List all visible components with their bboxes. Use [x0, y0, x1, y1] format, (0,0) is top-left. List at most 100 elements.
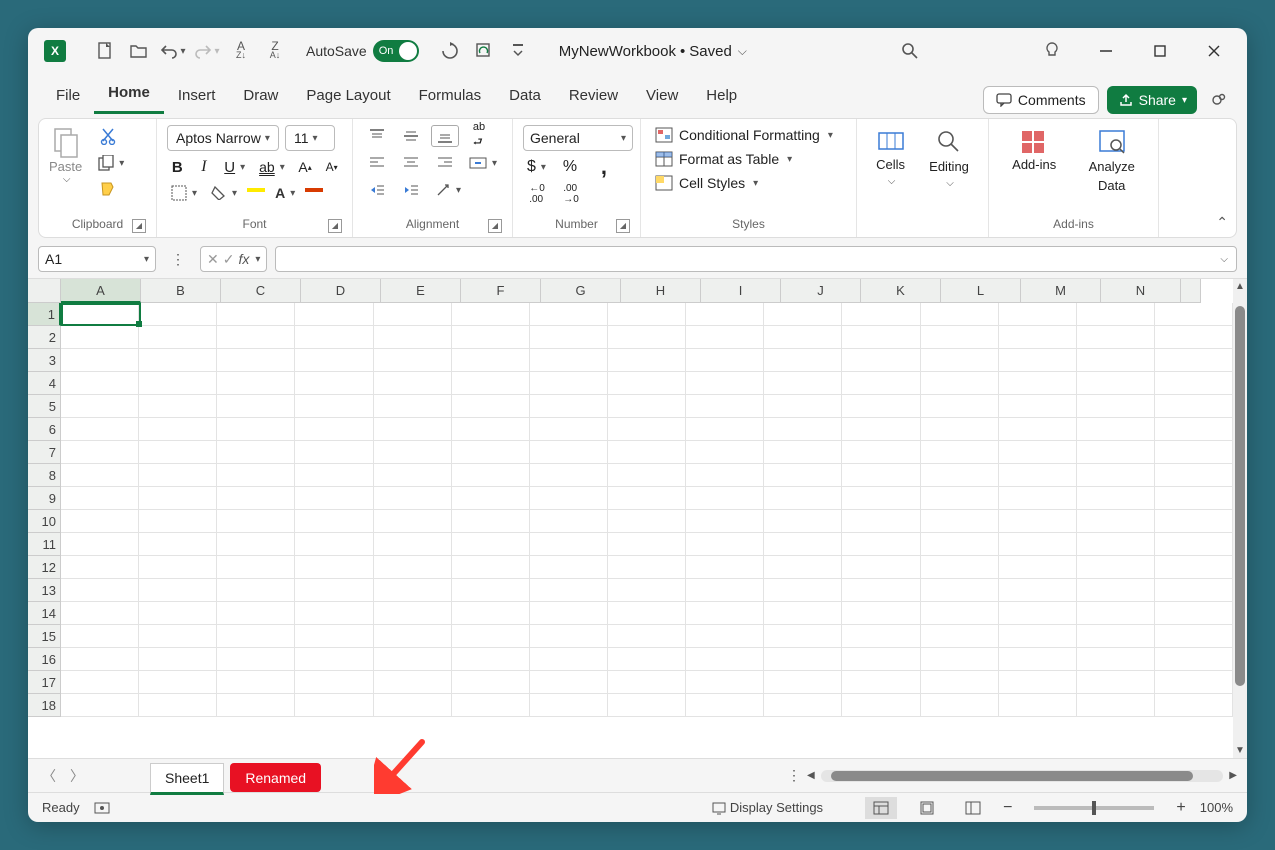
cell[interactable]	[921, 510, 999, 533]
cell[interactable]	[374, 487, 452, 510]
cell[interactable]	[1077, 464, 1155, 487]
row-header[interactable]: 3	[28, 349, 61, 372]
cell[interactable]	[1077, 395, 1155, 418]
cell[interactable]	[217, 441, 295, 464]
row-header[interactable]: 8	[28, 464, 61, 487]
cell[interactable]	[764, 303, 842, 326]
increase-indent-icon[interactable]	[397, 179, 425, 201]
cell[interactable]	[530, 671, 608, 694]
cell[interactable]	[1155, 395, 1233, 418]
cell[interactable]	[217, 303, 295, 326]
cell[interactable]	[295, 326, 373, 349]
cell[interactable]	[139, 579, 217, 602]
column-header[interactable]: H	[621, 279, 701, 303]
cell[interactable]	[1077, 648, 1155, 671]
search-icon[interactable]	[887, 34, 933, 68]
cell[interactable]	[764, 556, 842, 579]
decrease-decimal-icon[interactable]: .00→0	[557, 183, 585, 205]
cell[interactable]	[608, 671, 686, 694]
cell[interactable]	[1155, 510, 1233, 533]
cell[interactable]	[530, 464, 608, 487]
cell[interactable]	[452, 349, 530, 372]
cell[interactable]	[61, 533, 139, 556]
cell[interactable]	[764, 464, 842, 487]
sheet-tab-sheet1[interactable]: Sheet1	[150, 763, 224, 795]
cell[interactable]	[1155, 671, 1233, 694]
cell[interactable]	[61, 464, 139, 487]
cell[interactable]	[686, 303, 764, 326]
cell[interactable]	[530, 326, 608, 349]
cell[interactable]	[295, 625, 373, 648]
cell[interactable]	[842, 464, 920, 487]
paste-button[interactable]: Paste ⌵	[49, 125, 82, 185]
cell[interactable]	[374, 418, 452, 441]
zoom-in-button[interactable]: +	[1176, 799, 1185, 817]
cell[interactable]	[608, 441, 686, 464]
cell[interactable]	[686, 694, 764, 717]
sheet-options-icon[interactable]: ⋮	[787, 767, 801, 784]
borders-button[interactable]: ▾	[167, 183, 201, 203]
column-header[interactable]: C	[221, 279, 301, 303]
cell[interactable]	[842, 418, 920, 441]
cell[interactable]	[530, 694, 608, 717]
cell[interactable]	[374, 441, 452, 464]
cell[interactable]	[999, 510, 1077, 533]
cell[interactable]	[686, 602, 764, 625]
cell[interactable]	[921, 418, 999, 441]
cell[interactable]	[999, 349, 1077, 372]
cell[interactable]	[999, 464, 1077, 487]
cell[interactable]	[1077, 303, 1155, 326]
tab-view[interactable]: View	[632, 79, 692, 114]
cell[interactable]	[842, 694, 920, 717]
sort-asc-icon[interactable]: AZ↓	[228, 38, 254, 64]
ribbon-mode-icon[interactable]	[1205, 86, 1233, 114]
cell[interactable]	[999, 648, 1077, 671]
cell[interactable]	[452, 671, 530, 694]
add-sheet-button[interactable]: +	[367, 763, 393, 789]
tab-file[interactable]: File	[42, 79, 94, 114]
column-header[interactable]: M	[1021, 279, 1101, 303]
cell[interactable]	[530, 625, 608, 648]
cell[interactable]	[217, 349, 295, 372]
cell[interactable]	[295, 602, 373, 625]
select-all-corner[interactable]	[28, 279, 61, 303]
cell[interactable]	[686, 372, 764, 395]
cell[interactable]	[295, 418, 373, 441]
cell[interactable]	[921, 556, 999, 579]
cell[interactable]	[452, 372, 530, 395]
cell[interactable]	[686, 556, 764, 579]
cell[interactable]	[764, 349, 842, 372]
cell[interactable]	[608, 395, 686, 418]
cell[interactable]	[764, 533, 842, 556]
cell[interactable]	[764, 648, 842, 671]
cell[interactable]	[217, 372, 295, 395]
cell[interactable]	[530, 602, 608, 625]
cell[interactable]	[295, 556, 373, 579]
column-header[interactable]: N	[1101, 279, 1181, 303]
cell[interactable]	[374, 671, 452, 694]
cell[interactable]	[530, 372, 608, 395]
share-button[interactable]: Share ▾	[1107, 86, 1197, 114]
cell[interactable]	[686, 579, 764, 602]
font-color-button[interactable]: A▾	[271, 183, 299, 203]
cell[interactable]	[295, 533, 373, 556]
align-bottom-icon[interactable]	[431, 125, 459, 147]
cell[interactable]	[530, 441, 608, 464]
cell[interactable]	[374, 556, 452, 579]
cell[interactable]	[452, 487, 530, 510]
cell[interactable]	[530, 556, 608, 579]
column-header[interactable]: D	[301, 279, 381, 303]
cell[interactable]	[217, 533, 295, 556]
cell[interactable]	[61, 395, 139, 418]
cell[interactable]	[921, 671, 999, 694]
view-normal-icon[interactable]	[865, 797, 897, 819]
column-header[interactable]: E	[381, 279, 461, 303]
cell[interactable]	[61, 372, 139, 395]
decrease-indent-icon[interactable]	[363, 179, 391, 201]
cell[interactable]	[686, 533, 764, 556]
font-launcher[interactable]: ◢	[328, 219, 342, 233]
cell[interactable]	[921, 602, 999, 625]
cell[interactable]	[686, 487, 764, 510]
font-size-combo[interactable]: 11▾	[285, 125, 335, 151]
row-header[interactable]: 6	[28, 418, 61, 441]
